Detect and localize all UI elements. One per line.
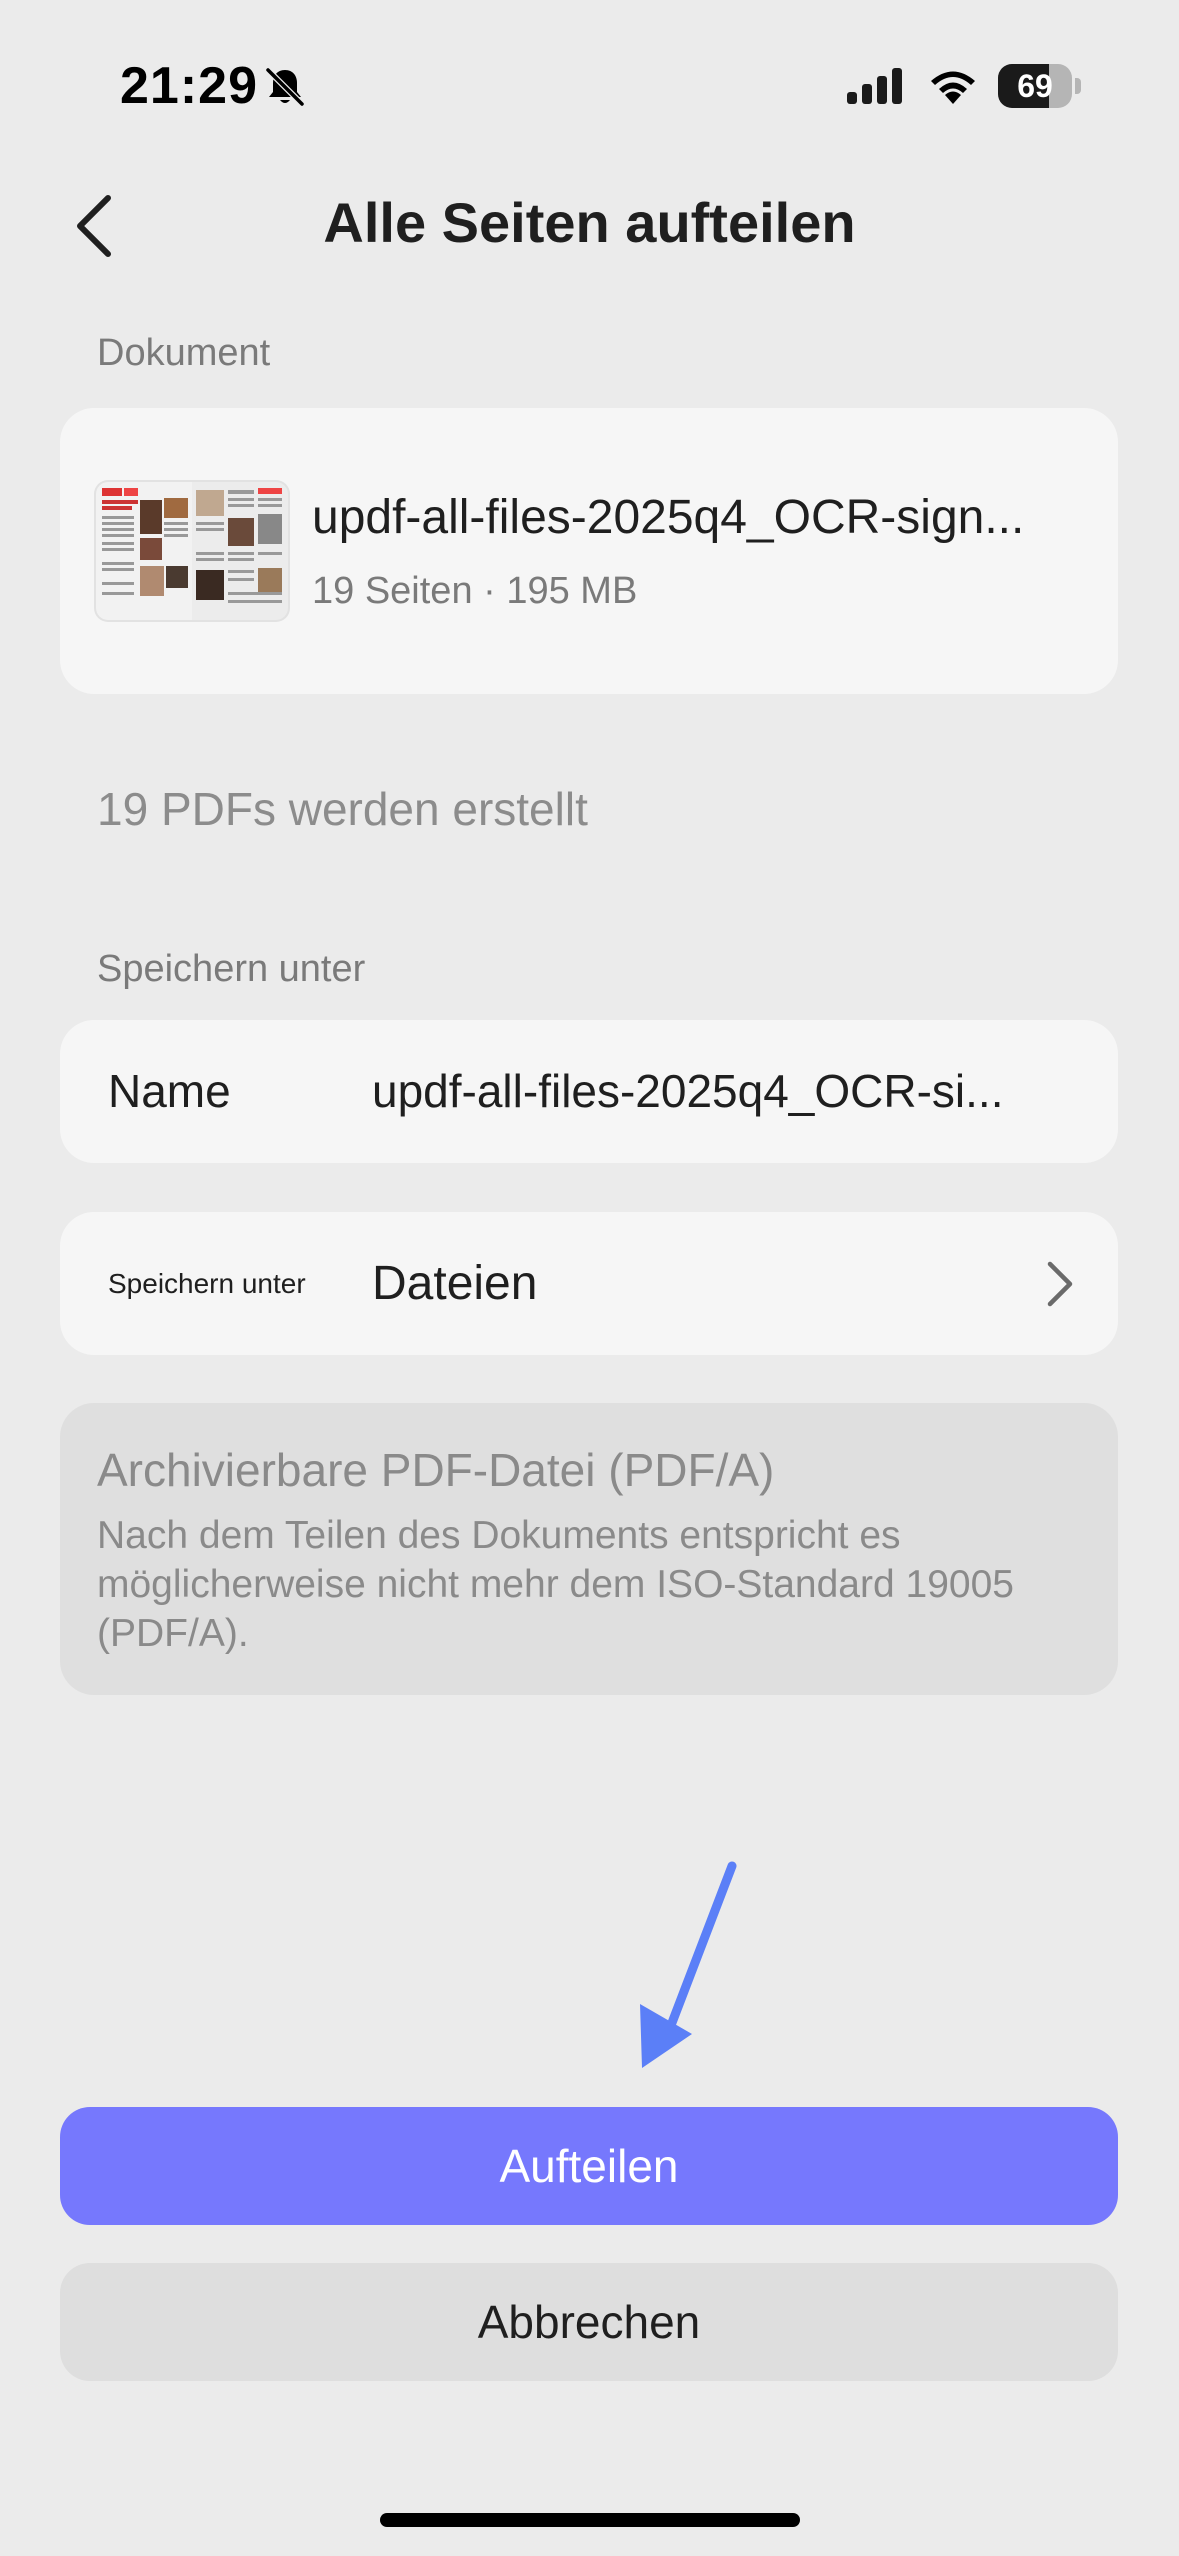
cancel-button[interactable]: Abbrechen	[60, 2263, 1118, 2381]
split-pages-screen: 21:29 69 Alle Seiten aufteilen Dokument	[0, 0, 1179, 2556]
split-button[interactable]: Aufteilen	[60, 2107, 1118, 2225]
battery-body: 69	[998, 64, 1072, 108]
document-file-name: updf-all-files-2025q4_OCR-sign...	[312, 491, 1025, 544]
document-thumbnail-image	[96, 482, 288, 620]
pdfa-title: Archivierbare PDF-Datei (PDF/A)	[97, 1444, 775, 1496]
bell-slash-icon	[265, 67, 305, 107]
page-title: Alle Seiten aufteilen	[323, 191, 856, 254]
name-label: Name	[108, 1065, 231, 1117]
status-time: 21:29	[120, 57, 258, 115]
document-thumbnail	[96, 482, 288, 620]
save-location-value: Dateien	[372, 1257, 538, 1310]
document-card: updf-all-files-2025q4_OCR-sign... 19 Sei…	[60, 408, 1118, 694]
document-section-label: Dokument	[97, 332, 271, 374]
battery-tip	[1075, 78, 1081, 94]
battery-level: 69	[1017, 68, 1053, 104]
wifi-icon	[931, 71, 975, 104]
pdfa-toggle-row: Archivierbare PDF-Datei (PDF/A) Nach dem…	[60, 1403, 1118, 1695]
arrow-pointer-icon	[640, 1861, 737, 2068]
name-row[interactable]: Name updf-all-files-2025q4_OCR-si...	[60, 1020, 1118, 1163]
home-indicator[interactable]	[380, 2513, 800, 2527]
save-section-label: Speichern unter	[97, 948, 366, 990]
battery-icon: 69	[998, 64, 1082, 108]
pdfa-description: Nach dem Teilen des Dokuments entspricht…	[97, 1514, 1014, 1655]
pdf-count-text: 19 PDFs werden erstellt	[97, 783, 588, 835]
chevron-right-icon	[1047, 1261, 1073, 1307]
save-location-row[interactable]: Speichern unter Dateien	[60, 1212, 1118, 1355]
document-meta: 19 Seiten · 195 MB	[312, 570, 638, 612]
name-field[interactable]: updf-all-files-2025q4_OCR-si...	[372, 1020, 1082, 1163]
save-location-label: Speichern unter	[108, 1268, 306, 1299]
cellular-signal-icon	[847, 68, 902, 104]
